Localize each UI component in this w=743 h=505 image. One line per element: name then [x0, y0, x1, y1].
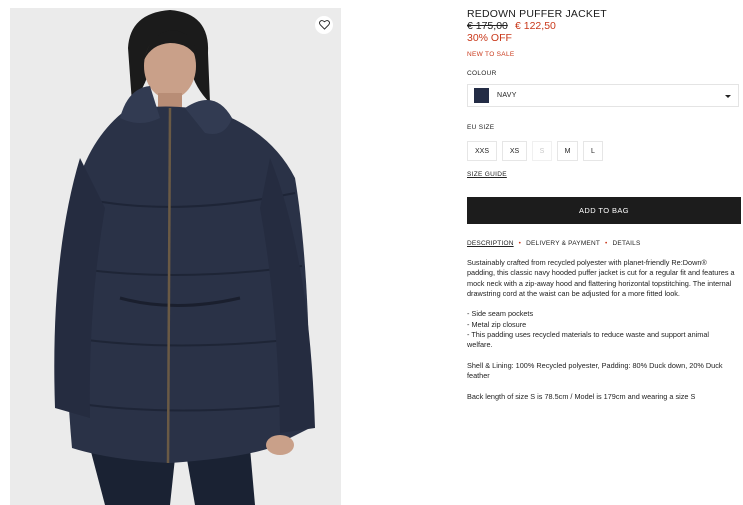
tab-delivery-payment[interactable]: DELIVERY & PAYMENT — [526, 240, 600, 247]
sale-price: € 122,50 — [515, 20, 556, 32]
discount-label: 30% OFF — [467, 32, 512, 44]
selected-colour: NAVY — [497, 92, 517, 99]
heart-icon — [318, 20, 330, 30]
product-image[interactable] — [10, 8, 341, 505]
list-item: - Metal zip closure — [467, 319, 527, 329]
list-item: - This padding uses recycled materials t… — [467, 330, 710, 350]
info-tabs: DESCRIPTION • DELIVERY & PAYMENT • DETAI… — [467, 240, 641, 247]
list-item: - Side seam pockets — [467, 309, 534, 319]
product-title: REDOWN PUFFER JACKET — [467, 8, 607, 20]
materials-text: Shell & Lining: 100% Recycled polyester,… — [467, 360, 723, 381]
wishlist-heart-button[interactable] — [315, 16, 333, 34]
size-option-s[interactable]: S — [532, 141, 552, 161]
description-text: Sustainably crafted from recycled polyes… — [467, 258, 735, 412]
size-option-xs[interactable]: XS — [502, 141, 527, 161]
size-label: EU SIZE — [467, 124, 495, 131]
add-to-bag-button[interactable]: ADD TO BAG — [467, 197, 741, 224]
original-price: € 175,00 — [467, 20, 508, 32]
colour-label: COLOUR — [467, 70, 497, 77]
colour-select[interactable]: NAVY — [467, 84, 739, 107]
size-option-l[interactable]: L — [583, 141, 603, 161]
feature-list: - Side seam pockets - Metal zip closure … — [467, 309, 735, 350]
tab-details[interactable]: DETAILS — [613, 240, 641, 247]
chevron-down-icon — [725, 95, 731, 98]
tab-separator: • — [518, 240, 522, 247]
size-option-xxs[interactable]: XXS — [467, 141, 497, 161]
sale-badge: NEW TO SALE — [467, 51, 515, 58]
description-intro: Sustainably crafted from recycled polyes… — [467, 258, 735, 298]
fit-text: Back length of size S is 78.5cm / Model … — [467, 391, 696, 401]
colour-swatch — [474, 88, 489, 103]
size-guide-link[interactable]: SIZE GUIDE — [467, 171, 507, 178]
tab-separator: • — [605, 240, 608, 247]
tab-description[interactable]: DESCRIPTION — [467, 240, 514, 247]
size-options: XXS XS S M L — [467, 141, 603, 161]
product-image-illustration — [10, 8, 341, 505]
size-option-m[interactable]: M — [557, 141, 578, 161]
